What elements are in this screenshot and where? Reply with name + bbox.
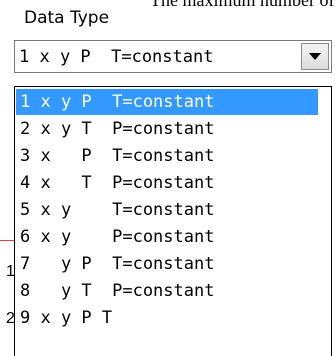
clipped-header-label: The maximum number of poi	[150, 0, 335, 10]
data-type-dropdown-list[interactable]: 1 x y P T=constant 2 x y T P=constant 3 …	[14, 86, 332, 356]
chevron-down-icon	[309, 53, 321, 60]
option-2[interactable]: 2 x y T P=constant	[16, 116, 318, 142]
data-type-selected-value: 1 x y P T=constant	[19, 47, 214, 67]
data-type-label: Data Type	[24, 8, 110, 28]
option-6[interactable]: 6 x y P=constant	[16, 224, 318, 250]
option-3[interactable]: 3 x P T=constant	[16, 143, 318, 169]
red-guide-line	[0, 240, 15, 241]
data-type-combobox[interactable]: 1 x y P T=constant	[14, 40, 332, 73]
background-window-edge: 1 2	[0, 80, 15, 356]
option-1[interactable]: 1 x y P T=constant	[16, 89, 318, 115]
option-9[interactable]: 9 x y P T	[16, 305, 318, 331]
option-7[interactable]: 7 y P T=constant	[16, 251, 318, 277]
option-4[interactable]: 4 x T P=constant	[16, 170, 318, 196]
option-5[interactable]: 5 x y T=constant	[16, 197, 318, 223]
dropdown-button[interactable]	[301, 43, 329, 70]
option-8[interactable]: 8 y T P=constant	[16, 278, 318, 304]
